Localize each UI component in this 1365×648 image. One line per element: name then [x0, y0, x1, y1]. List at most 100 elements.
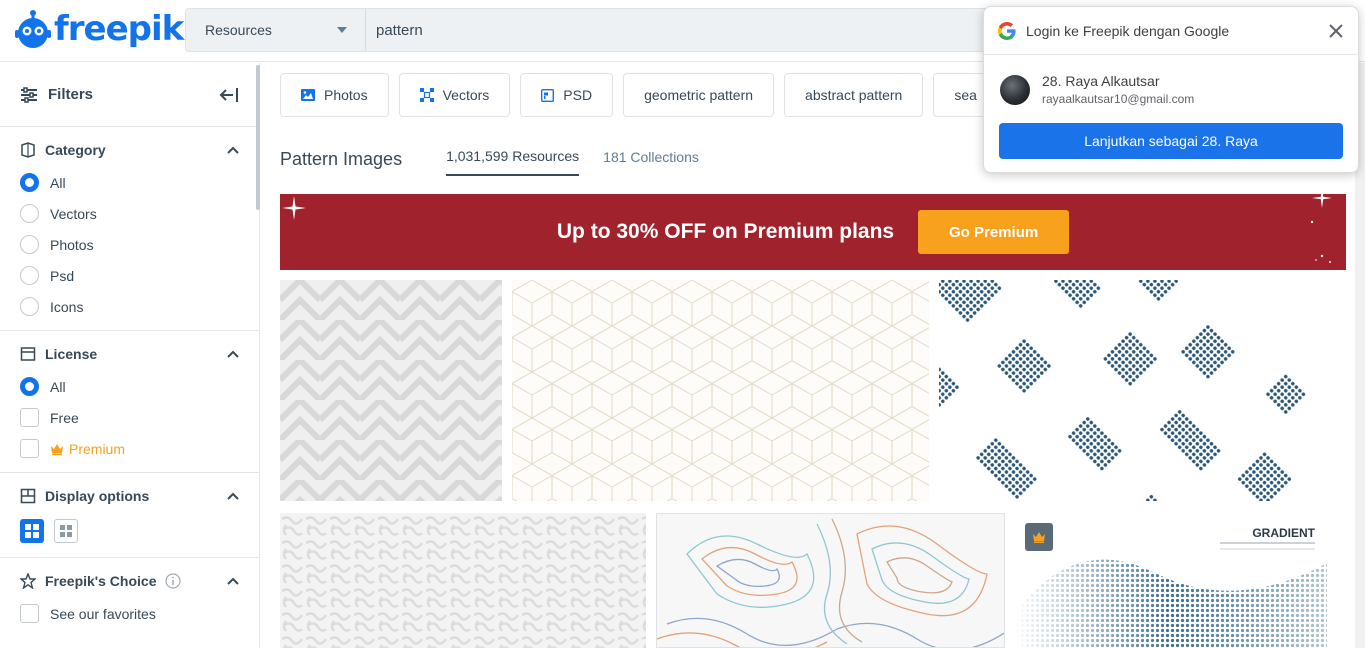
checkbox[interactable]: [20, 604, 39, 623]
checkbox[interactable]: [20, 408, 39, 427]
tab-collections[interactable]: 181 Collections: [603, 144, 699, 175]
option-label: Free: [50, 409, 79, 426]
freepiks-choice-title: Freepik's Choice: [45, 573, 157, 589]
page-title: Pattern Images: [280, 149, 403, 169]
radio-button[interactable]: [20, 297, 39, 316]
crown-icon: [1033, 532, 1045, 543]
option-label: All: [50, 174, 66, 191]
collapse-sidebar-icon[interactable]: [219, 87, 239, 103]
psd-icon: [541, 88, 555, 102]
google-account-row[interactable]: 28. Raya Alkautsar rayaalkautsar10@gmail…: [984, 55, 1358, 106]
google-g-icon: [998, 21, 1016, 40]
radio-button[interactable]: [20, 235, 39, 254]
chevron-up-icon: [227, 350, 239, 358]
category-header[interactable]: Category: [20, 139, 239, 161]
freepiks-choice-section: Freepik's Choice See our favorites: [0, 558, 259, 637]
freepiks-choice-header[interactable]: Freepik's Choice: [20, 570, 239, 592]
grid-icon: [25, 524, 39, 538]
thumbnail-topographic[interactable]: [656, 513, 1005, 648]
chip-label: Vectors: [442, 87, 490, 103]
caret-down-icon: [337, 27, 347, 33]
chip-abstract-pattern[interactable]: abstract pattern: [784, 73, 924, 117]
category-option-photos[interactable]: Photos: [20, 229, 239, 260]
grid-icon: [60, 525, 72, 537]
crown-icon: [51, 443, 63, 455]
option-label: All: [50, 378, 66, 395]
cube-pattern-image: [512, 280, 929, 501]
chip-label: Photos: [324, 87, 368, 103]
chip-photos[interactable]: Photos: [280, 73, 389, 117]
continue-as-button[interactable]: Lanjutkan sebagai 28. Raya: [999, 123, 1343, 159]
resource-type-select[interactable]: Resources: [186, 9, 366, 51]
results-title-row: Pattern Images 1,031,599 Resources 181 C…: [280, 143, 723, 176]
category-title: Category: [45, 142, 106, 158]
resource-type-label: Resources: [205, 22, 272, 38]
freepik-logo[interactable]: freepik: [14, 8, 184, 50]
chip-label: PSD: [563, 87, 593, 103]
chevron-up-icon: [227, 492, 239, 500]
google-login-popup: Login ke Freepik dengan Google 28. Raya …: [983, 6, 1359, 173]
category-option-all[interactable]: All: [20, 167, 239, 198]
option-label: Premium: [69, 440, 126, 457]
chip-psd[interactable]: PSD: [520, 73, 614, 117]
chip-geometric-pattern[interactable]: geometric pattern: [623, 73, 775, 117]
thumbnail-blue-halftone[interactable]: [939, 280, 1327, 501]
sliders-icon: [21, 86, 37, 103]
sparkle-icon: [1312, 188, 1332, 208]
related-chips: Photos Vectors PSD geometric pattern abs…: [280, 73, 998, 117]
google-popup-title: Login ke Freepik dengan Google: [1026, 22, 1230, 39]
license-option-premium[interactable]: Premium: [20, 433, 239, 464]
photo-icon: [301, 89, 315, 101]
grid-large-button[interactable]: [20, 519, 44, 543]
filters-sidebar: Filters Category All Vectors Photos Psd …: [0, 63, 260, 648]
thumbnail-grey-maze[interactable]: [280, 513, 646, 648]
account-name: 28. Raya Alkautsar: [1042, 73, 1160, 89]
google-popup-header: Login ke Freepik dengan Google: [984, 7, 1358, 55]
chip-label: abstract pattern: [805, 87, 903, 103]
license-title: License: [45, 346, 98, 362]
thumbnail-gold-cube[interactable]: [512, 280, 929, 501]
option-label: Icons: [50, 298, 84, 315]
category-section: Category All Vectors Photos Psd Icons: [0, 127, 259, 331]
radio-button[interactable]: [20, 266, 39, 285]
license-header[interactable]: License: [20, 343, 239, 365]
thumbnail-grey-chevron[interactable]: [280, 280, 502, 501]
license-option-free[interactable]: Free: [20, 402, 239, 433]
chip-label: sea: [954, 87, 977, 103]
freepik-mascot-icon: [15, 10, 51, 48]
see-favorites-option[interactable]: See our favorites: [20, 598, 239, 629]
radio-button[interactable]: [20, 377, 39, 396]
sparkle-icon: [282, 196, 306, 220]
topographic-image: [657, 518, 1004, 647]
radio-button[interactable]: [20, 204, 39, 223]
grid-small-button[interactable]: [54, 519, 78, 543]
tab-resources[interactable]: 1,031,599 Resources: [446, 143, 580, 176]
premium-label: Premium: [50, 441, 125, 457]
info-icon[interactable]: [165, 573, 182, 589]
maze-pattern-image: [280, 513, 646, 648]
gradient-text: GRADIENT: [1252, 526, 1315, 540]
close-icon[interactable]: [1328, 23, 1344, 39]
chip-vectors[interactable]: Vectors: [398, 73, 511, 117]
license-option-all[interactable]: All: [20, 371, 239, 402]
display-options-title: Display options: [45, 488, 150, 504]
radio-button[interactable]: [20, 173, 39, 192]
category-option-icons[interactable]: Icons: [20, 291, 239, 322]
sidebar-scrollbar[interactable]: [256, 65, 260, 210]
category-option-psd[interactable]: Psd: [20, 260, 239, 291]
logo-text: freepik: [54, 9, 184, 49]
thumbnail-gradient-dots[interactable]: GRADIENT: [1015, 513, 1327, 648]
vector-icon: [419, 88, 434, 102]
premium-banner: Up to 30% OFF on Premium plans Go Premiu…: [280, 188, 1346, 270]
license-icon: [20, 347, 36, 361]
premium-badge: [1025, 523, 1053, 551]
checkbox[interactable]: [20, 439, 39, 458]
chevron-pattern-image: [280, 280, 502, 501]
go-premium-button[interactable]: Go Premium: [918, 210, 1070, 254]
display-options-header[interactable]: Display options: [20, 485, 239, 507]
star-icon: [20, 573, 36, 589]
option-label: Psd: [50, 267, 75, 284]
avatar: [1000, 74, 1030, 105]
banner-text: Up to 30% OFF on Premium plans: [556, 220, 895, 243]
category-option-vectors[interactable]: Vectors: [20, 198, 239, 229]
